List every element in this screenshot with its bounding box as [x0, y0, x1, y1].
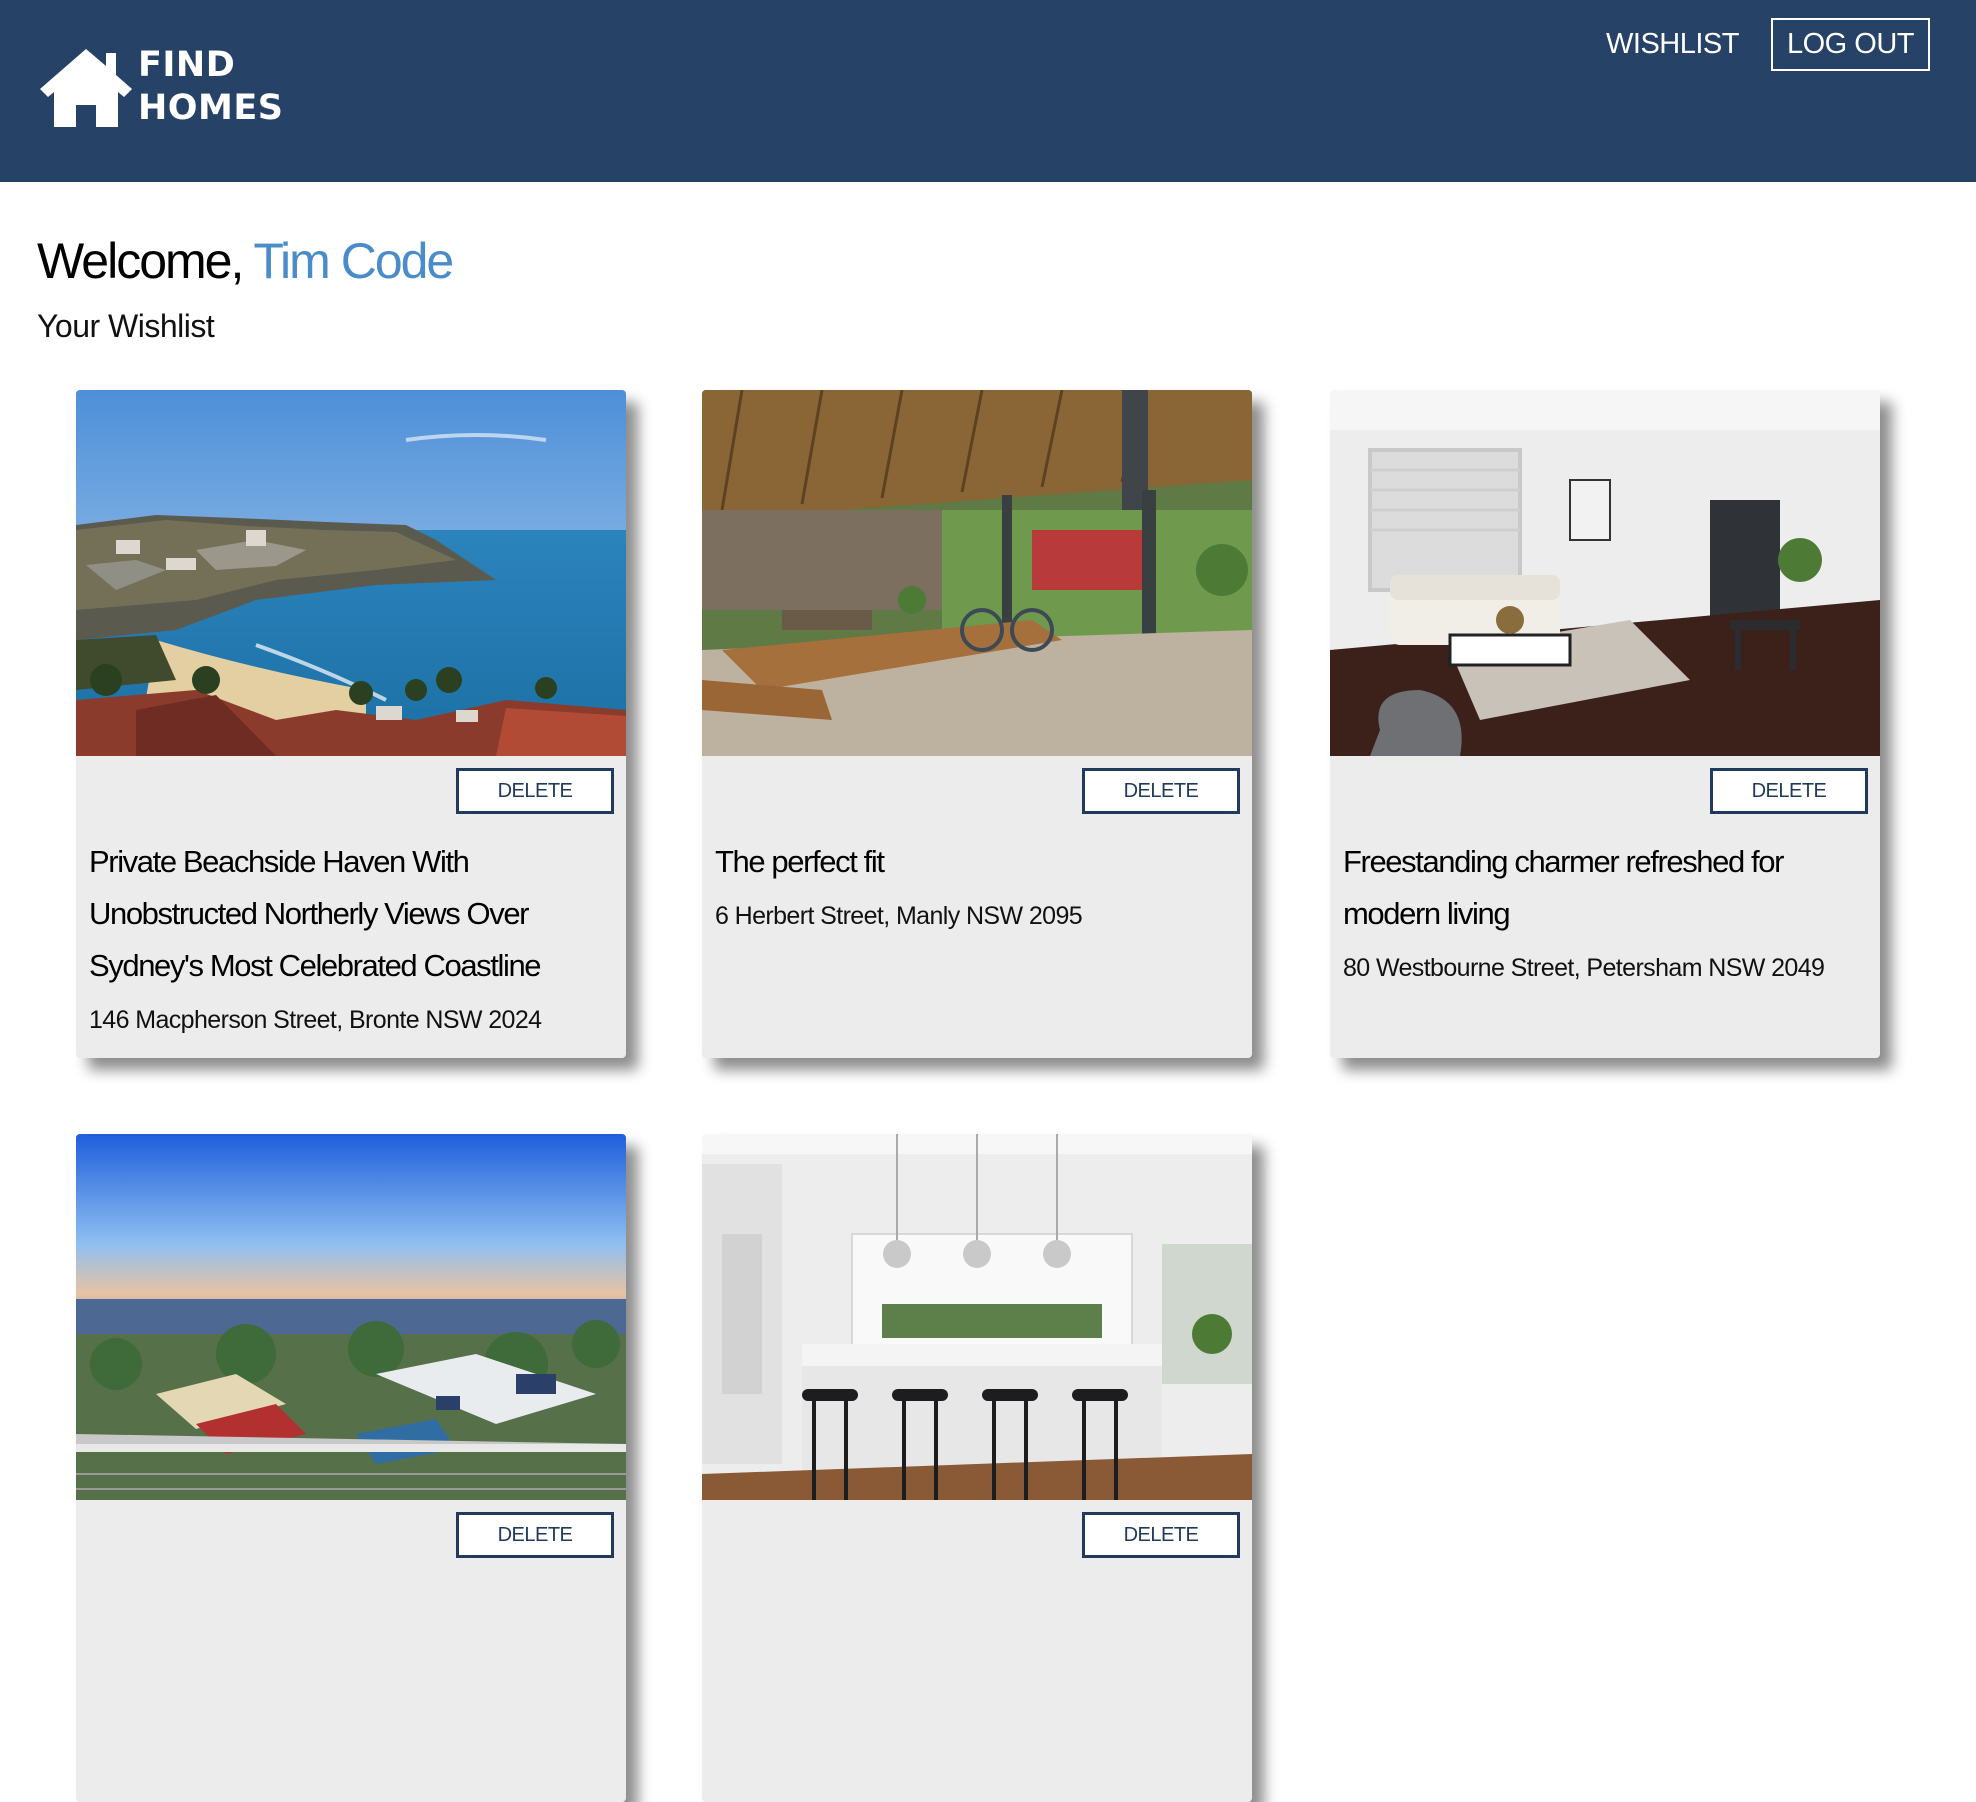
- listing-title[interactable]: Private Beachside Haven With Unobstructe…: [89, 836, 609, 992]
- logo-text: FIND HOMES: [138, 44, 284, 130]
- listing-card[interactable]: DELETE: [702, 1134, 1252, 1802]
- find-homes-logo[interactable]: FIND HOMES: [36, 44, 284, 130]
- wishlist-link[interactable]: WISHLIST: [1606, 28, 1739, 61]
- delete-button[interactable]: DELETE: [1710, 768, 1868, 814]
- logout-button[interactable]: LOG OUT: [1770, 18, 1930, 71]
- listing-address: 6 Herbert Street, Manly NSW 2095: [715, 902, 1083, 930]
- logo-text-line2: HOMES: [138, 88, 284, 128]
- delete-button[interactable]: DELETE: [1082, 1512, 1240, 1558]
- listing-photo[interactable]: [76, 390, 626, 756]
- welcome-greeting: Welcome,: [37, 233, 244, 289]
- listing-address: 80 Westbourne Street, Petersham NSW 2049: [1343, 954, 1825, 982]
- welcome-heading: Welcome, Tim Code: [37, 232, 454, 290]
- delete-button[interactable]: DELETE: [456, 1512, 614, 1558]
- top-navigation-bar: FIND HOMES WISHLIST LOG OUT: [0, 0, 1976, 182]
- delete-button[interactable]: DELETE: [1082, 768, 1240, 814]
- listing-card[interactable]: DELETE Private Beachside Haven With Unob…: [76, 390, 626, 1058]
- listing-photo[interactable]: [702, 390, 1252, 756]
- user-name: Tim Code: [253, 233, 454, 289]
- house-icon: [40, 49, 132, 127]
- listing-card[interactable]: DELETE: [76, 1134, 626, 1802]
- listing-photo[interactable]: [702, 1134, 1252, 1500]
- listing-photo[interactable]: [1330, 390, 1880, 756]
- listing-title[interactable]: Freestanding charmer refreshed for moder…: [1343, 836, 1863, 940]
- listing-address: 146 Macpherson Street, Bronte NSW 2024: [89, 1006, 542, 1034]
- header-nav: WISHLIST LOG OUT: [1606, 18, 1930, 71]
- logo-text-line1: FIND: [138, 45, 236, 85]
- delete-button[interactable]: DELETE: [456, 768, 614, 814]
- listing-card[interactable]: DELETE The perfect fit 6 Herbert Street,…: [702, 390, 1252, 1058]
- wishlist-subtitle: Your Wishlist: [37, 308, 215, 344]
- listing-card[interactable]: DELETE Freestanding charmer refreshed fo…: [1330, 390, 1880, 1058]
- listing-title[interactable]: The perfect fit: [715, 836, 1235, 888]
- listing-photo[interactable]: [76, 1134, 626, 1500]
